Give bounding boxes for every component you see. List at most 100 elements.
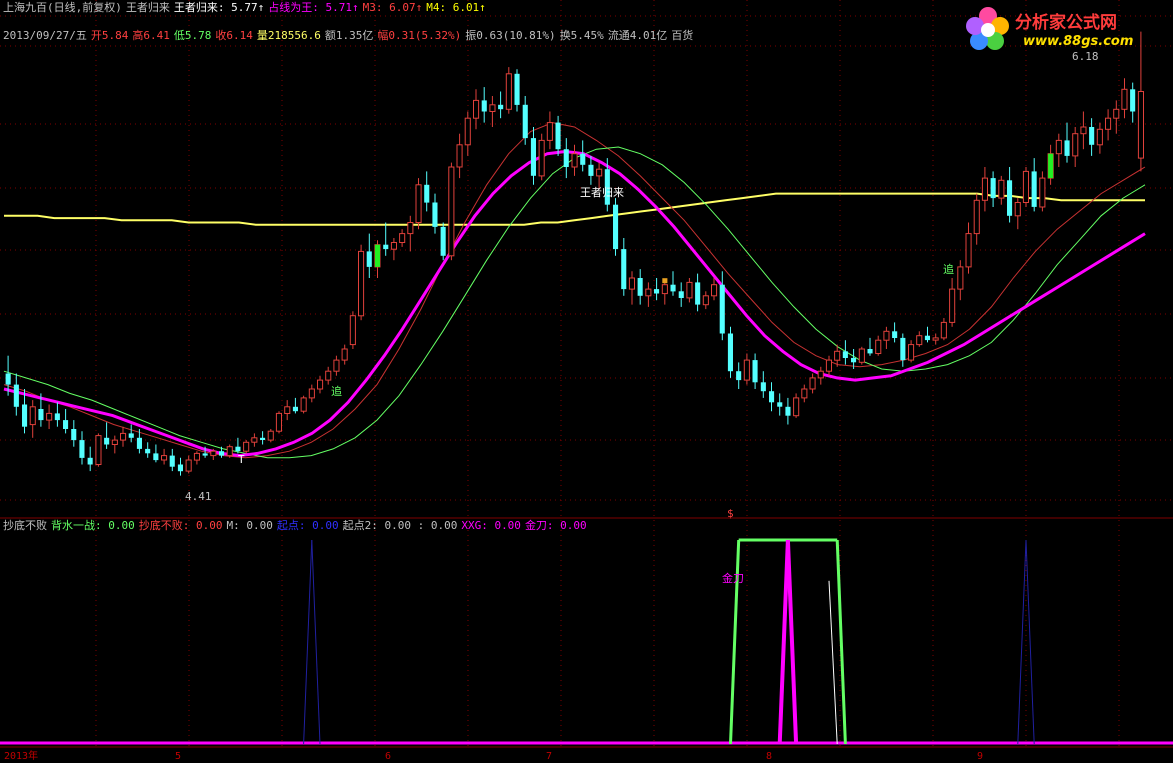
candle-body [900, 337, 906, 361]
candle-body [1064, 140, 1070, 156]
candle-body [858, 348, 865, 363]
candle-body [596, 168, 603, 177]
indicator-item: 起点2: 0.00 : 0.00 [342, 519, 458, 532]
candle-body [1055, 139, 1062, 155]
candle-body [1022, 170, 1030, 203]
signal-label: 王者归来 [580, 186, 624, 199]
candle-body [5, 373, 11, 385]
candle-body [317, 379, 324, 390]
buy-signal-bar [1048, 153, 1054, 179]
candle-body [219, 451, 225, 456]
candle-body [645, 288, 652, 297]
indicator-item: 背水一战: 0.00 [51, 519, 135, 532]
header-item: 王者归来: 5.77↑ [173, 1, 265, 14]
candle-body [793, 397, 800, 417]
candle-body [851, 357, 857, 363]
candle-body [883, 330, 890, 341]
candle-body [817, 370, 824, 379]
candle-body [136, 437, 142, 449]
candle-body [1137, 91, 1145, 159]
candle-body [514, 73, 520, 105]
candle-body [957, 266, 964, 290]
candle-body [145, 448, 151, 454]
candle-body [743, 359, 750, 381]
header-item: 上海九百(日线,前复权) [3, 1, 122, 14]
candle-body [13, 384, 19, 407]
candle-body [908, 344, 915, 361]
x-tick-label: 2013年 [4, 751, 39, 762]
candle-body [366, 251, 372, 267]
candle-body [580, 153, 586, 165]
dollar-marker: $ [727, 507, 734, 520]
candle-body [522, 104, 528, 139]
candle-body [95, 435, 102, 466]
candle-body [752, 360, 758, 383]
candle-body [571, 153, 578, 168]
candle-body [38, 409, 44, 421]
buy-signal-bar [374, 244, 380, 267]
candle-body [46, 412, 53, 421]
candle-body [193, 452, 200, 461]
high-value-label: 6.18 [1072, 50, 1099, 63]
candle-body [169, 455, 175, 467]
candle-body [769, 391, 775, 403]
candle-body [1072, 133, 1079, 157]
candle-body [621, 249, 627, 290]
candle-body [54, 413, 60, 421]
x-tick-label: 7 [546, 751, 553, 762]
candle-body [563, 149, 569, 167]
candle-body [464, 117, 471, 146]
candle-body [292, 406, 298, 412]
candle-body [801, 388, 808, 399]
quote-item: 开5.84 [90, 29, 129, 42]
candle-body [1039, 177, 1046, 208]
quote-item: 振0.63(10.81%) [465, 29, 556, 42]
candle-body [777, 402, 783, 407]
upper-panel [3, 31, 1146, 476]
blue-series-segment [1025, 539, 1035, 745]
indicator-item: M: 0.00 [226, 519, 273, 532]
candle-body [481, 100, 487, 112]
candle-body [588, 164, 594, 176]
candle-body [719, 284, 725, 334]
quote-item: 低5.78 [173, 29, 212, 42]
candle-body [383, 244, 389, 250]
candle-body [111, 439, 118, 446]
lower-panel [0, 538, 1173, 745]
blue-series-segment [311, 539, 321, 745]
quote-item: 收6.14 [215, 29, 253, 42]
candle-body [128, 433, 134, 438]
candle-body [1089, 127, 1095, 145]
quote-item: 额1.35亿 [324, 29, 374, 42]
blue-series-segment [1017, 539, 1027, 745]
indicator-item: 抄底不败 [3, 519, 47, 532]
candle-body [1130, 89, 1136, 112]
candle-body [243, 441, 250, 452]
candle-body [448, 166, 455, 257]
candle-body [973, 199, 980, 235]
candle-body [825, 359, 833, 372]
candle-body [185, 459, 192, 472]
candle-body [1007, 180, 1013, 216]
candle-body [998, 179, 1005, 199]
header-item: 占线为王: 5.71↑ [268, 1, 359, 14]
candle-body [275, 412, 282, 432]
x-tick-label: 9 [977, 751, 984, 762]
site-logo: 分析家公式网 www.88gs.com [963, 4, 1163, 56]
lower-header: 抄底不败 背水一战: 0.00 抄底不败: 0.00 M: 0.00 起点: 0.00 起… [3, 519, 591, 533]
candle-body [202, 453, 208, 456]
candle-body [916, 335, 923, 346]
header-item: M3: 6.07↑ [362, 1, 423, 14]
header-item: M4: 6.01↑ [426, 1, 486, 14]
t-marker: T [238, 453, 245, 466]
candle-body [308, 388, 315, 399]
grid [0, 0, 1173, 748]
candle-body [260, 437, 266, 440]
candle-body [892, 331, 898, 338]
candle-body [226, 446, 233, 457]
candle-body [22, 404, 28, 427]
x-tick-label: 6 [385, 751, 392, 762]
candle-body [407, 222, 414, 235]
candle-body [637, 278, 643, 296]
quote-item: 幅0.31(5.32%) [377, 29, 462, 42]
